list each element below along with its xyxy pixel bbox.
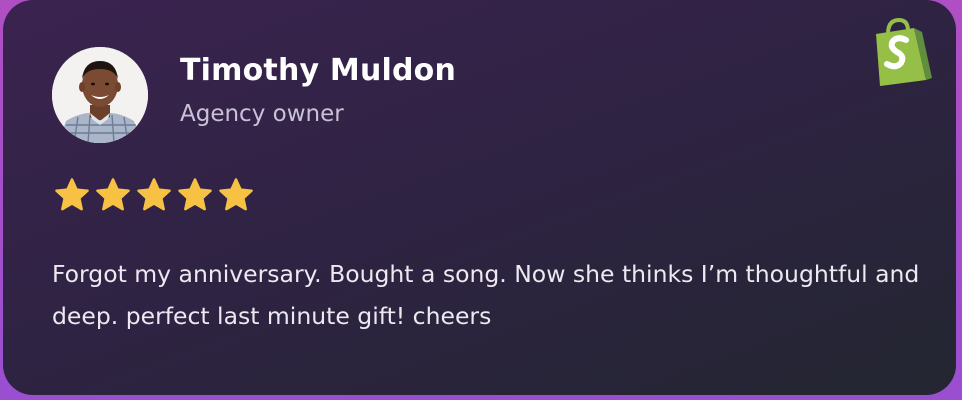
star-rating: [53, 176, 255, 214]
review-text: Forgot my anniversary. Bought a song. No…: [52, 260, 920, 330]
star-icon: [219, 178, 253, 211]
review-card: Timothy Muldon Agency owner Forgot my an…: [3, 0, 956, 395]
avatar: [52, 47, 148, 143]
shopify-bag-icon: [876, 18, 932, 86]
author-role: Agency owner: [180, 101, 344, 127]
star-icon: [55, 178, 89, 211]
star-icon: [137, 178, 171, 211]
author-name: Timothy Muldon: [180, 53, 457, 88]
star-icon: [178, 178, 212, 211]
star-icon: [96, 178, 130, 211]
